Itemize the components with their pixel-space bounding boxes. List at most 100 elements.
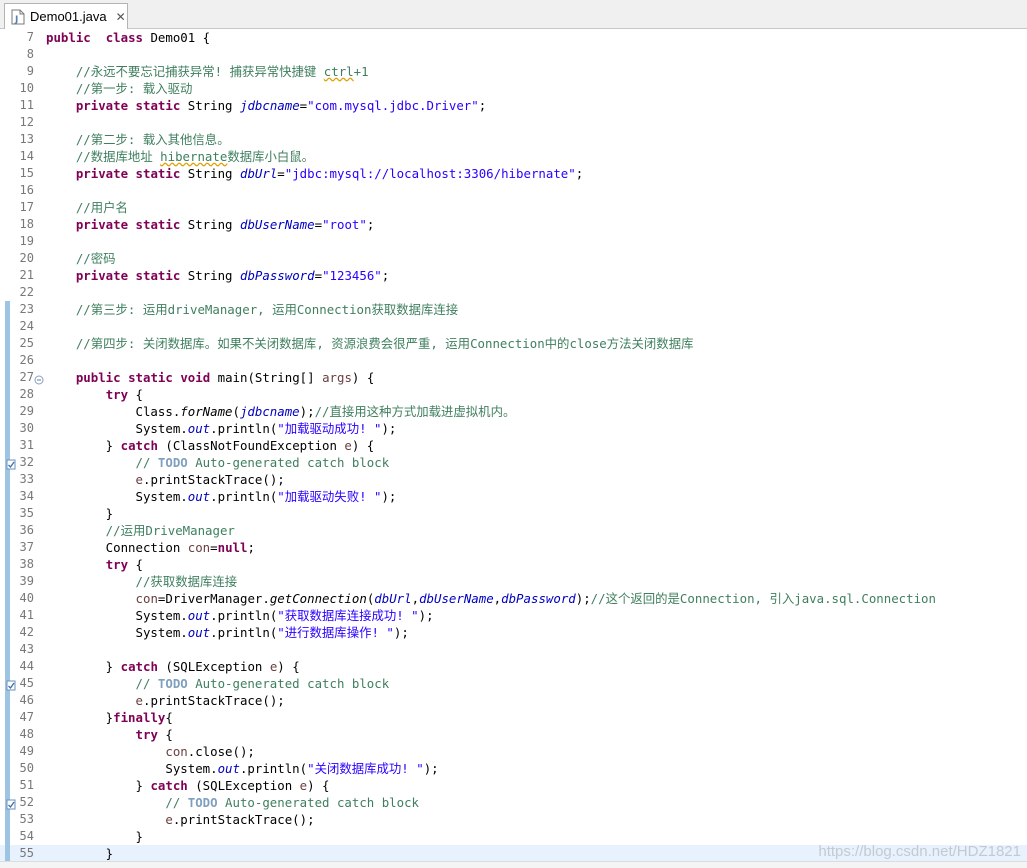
code-token: Auto-generated catch block	[187, 455, 390, 470]
code-line[interactable]: 23 //第三步: 运用driveManager, 运用Connection获取…	[0, 301, 1027, 318]
code-token: out	[187, 489, 211, 504]
code-line[interactable]: 39 //获取数据库连接	[0, 573, 1027, 590]
code-token: =	[210, 540, 218, 555]
code-token: ,	[411, 591, 420, 606]
code-line[interactable]: 16	[0, 182, 1027, 199]
code-line[interactable]: 43	[0, 641, 1027, 658]
editor-tab-bar: J Demo01.java ✕	[0, 0, 1027, 29]
code-line[interactable]: 28 try {	[0, 386, 1027, 403]
code-token: args	[322, 370, 352, 385]
code-line[interactable]: 26	[0, 352, 1027, 369]
code-line[interactable]: 48 try {	[0, 726, 1027, 743]
code-line[interactable]: 7 public class Demo01 {	[0, 29, 1027, 46]
task-marker-icon[interactable]	[6, 678, 16, 691]
code-line[interactable]: 31 } catch (ClassNotFoundException e) {	[0, 437, 1027, 454]
code-line[interactable]: 35 }	[0, 505, 1027, 522]
code-text: e.printStackTrace();	[46, 811, 314, 828]
code-line[interactable]: 9 //永远不要忘记捕获异常! 捕获异常快捷键 ctrl+1	[0, 63, 1027, 80]
line-number: 17	[19, 200, 34, 214]
code-line[interactable]: 12	[0, 114, 1027, 131]
code-token: System.	[46, 421, 188, 436]
code-token: hibernate	[160, 149, 228, 164]
code-line[interactable]: 17 //用户名	[0, 199, 1027, 216]
code-token: String	[180, 166, 240, 181]
fold-collapse-icon[interactable]	[34, 372, 44, 385]
code-token: try	[105, 557, 129, 572]
code-text: e.printStackTrace();	[46, 471, 285, 488]
svg-text:J: J	[14, 15, 18, 25]
tab-demo01-java[interactable]: J Demo01.java ✕	[4, 3, 128, 29]
code-line[interactable]: 36 //运用DriveManager	[0, 522, 1027, 539]
code-token: );	[381, 489, 397, 504]
code-line[interactable]: 44 } catch (SQLException e) {	[0, 658, 1027, 675]
code-line[interactable]: 15 private static String dbUrl="jdbc:mys…	[0, 165, 1027, 182]
code-line[interactable]: 24	[0, 318, 1027, 335]
code-token: static	[135, 166, 181, 181]
code-line[interactable]: 22	[0, 284, 1027, 301]
code-token: }	[46, 659, 121, 674]
code-token: );	[423, 761, 439, 776]
code-text: //密码	[46, 250, 116, 267]
code-token: System.	[46, 761, 218, 776]
code-line[interactable]: 8	[0, 46, 1027, 63]
code-token: //	[46, 795, 188, 810]
code-token: dbUrl	[374, 591, 412, 606]
code-token: dbPassword	[239, 268, 315, 283]
code-token: e	[299, 778, 308, 793]
code-line[interactable]: 47 }finally{	[0, 709, 1027, 726]
code-line[interactable]: 51 } catch (SQLException e) {	[0, 777, 1027, 794]
code-token: }	[46, 710, 114, 725]
code-line[interactable]: 37 Connection con=null;	[0, 539, 1027, 556]
code-token: Auto-generated catch block	[187, 676, 390, 691]
code-line[interactable]: 29 Class.forName(jdbcname);//直接用这种方式加载进虚…	[0, 403, 1027, 420]
code-line[interactable]: 30 System.out.println("加载驱动成功! ");	[0, 420, 1027, 437]
code-token: Auto-generated catch block	[217, 795, 420, 810]
line-number: 46	[19, 693, 34, 707]
code-line[interactable]: 50 System.out.println("关闭数据库成功! ");	[0, 760, 1027, 777]
task-marker-icon[interactable]	[6, 797, 16, 810]
close-icon[interactable]: ✕	[116, 10, 126, 24]
code-line[interactable]: 18 private static String dbUserName="roo…	[0, 216, 1027, 233]
code-line[interactable]: 53 e.printStackTrace();	[0, 811, 1027, 828]
code-token: .println(	[210, 625, 278, 640]
code-line[interactable]: 45 // TODO Auto-generated catch block	[0, 675, 1027, 692]
code-line[interactable]: 52 // TODO Auto-generated catch block	[0, 794, 1027, 811]
code-token: private	[75, 98, 129, 113]
line-number: 8	[26, 47, 34, 61]
code-line[interactable]: 38 try {	[0, 556, 1027, 573]
code-line[interactable]: 46 e.printStackTrace();	[0, 692, 1027, 709]
code-line[interactable]: 20 //密码	[0, 250, 1027, 267]
code-text: }	[46, 845, 113, 862]
code-line[interactable]: 10 //第一步: 载入驱动	[0, 80, 1027, 97]
code-line[interactable]: 13 //第二步: 载入其他信息。	[0, 131, 1027, 148]
code-token: dbPassword	[501, 591, 576, 606]
line-number: 16	[19, 183, 34, 197]
code-token: {	[128, 387, 143, 402]
horizontal-scrollbar[interactable]	[0, 861, 1027, 868]
code-line[interactable]: 14 //数据库地址 hibernate数据库小白鼠。	[0, 148, 1027, 165]
code-text: //第一步: 载入驱动	[46, 80, 193, 97]
task-marker-icon[interactable]	[6, 457, 16, 470]
code-line[interactable]: 21 private static String dbPassword="123…	[0, 267, 1027, 284]
line-number: 51	[19, 778, 34, 792]
code-line[interactable]: 41 System.out.println("获取数据库连接成功! ");	[0, 607, 1027, 624]
code-text: try {	[46, 556, 143, 573]
code-line[interactable]: 34 System.out.println("加载驱动失败! ");	[0, 488, 1027, 505]
code-line[interactable]: 25 //第四步: 关闭数据库。如果不关闭数据库, 资源浪费会很严重, 运用Co…	[0, 335, 1027, 352]
code-line[interactable]: 49 con.close();	[0, 743, 1027, 760]
code-line[interactable]: 33 e.printStackTrace();	[0, 471, 1027, 488]
code-token: con	[165, 744, 188, 759]
code-line[interactable]: 32 // TODO Auto-generated catch block	[0, 454, 1027, 471]
code-line[interactable]: 42 System.out.println("进行数据库操作! ");	[0, 624, 1027, 641]
code-line[interactable]: 19	[0, 233, 1027, 250]
code-line[interactable]: 27 public static void main(String[] args…	[0, 369, 1027, 386]
code-token: //第四步: 关闭数据库。如果不关闭数据库, 资源浪费会很严重, 运用Conne…	[46, 336, 694, 351]
code-editor[interactable]: 7 public class Demo01 {8 9 //永远不要忘记捕获异常! 捕…	[0, 29, 1027, 862]
line-number: 41	[19, 608, 34, 622]
code-line[interactable]: 40 con=DriverManager.getConnection(dbUrl…	[0, 590, 1027, 607]
code-token: .println(	[210, 489, 278, 504]
code-line[interactable]: 11 private static String jdbcname="com.m…	[0, 97, 1027, 114]
code-text: System.out.println("获取数据库连接成功! ");	[46, 607, 434, 624]
